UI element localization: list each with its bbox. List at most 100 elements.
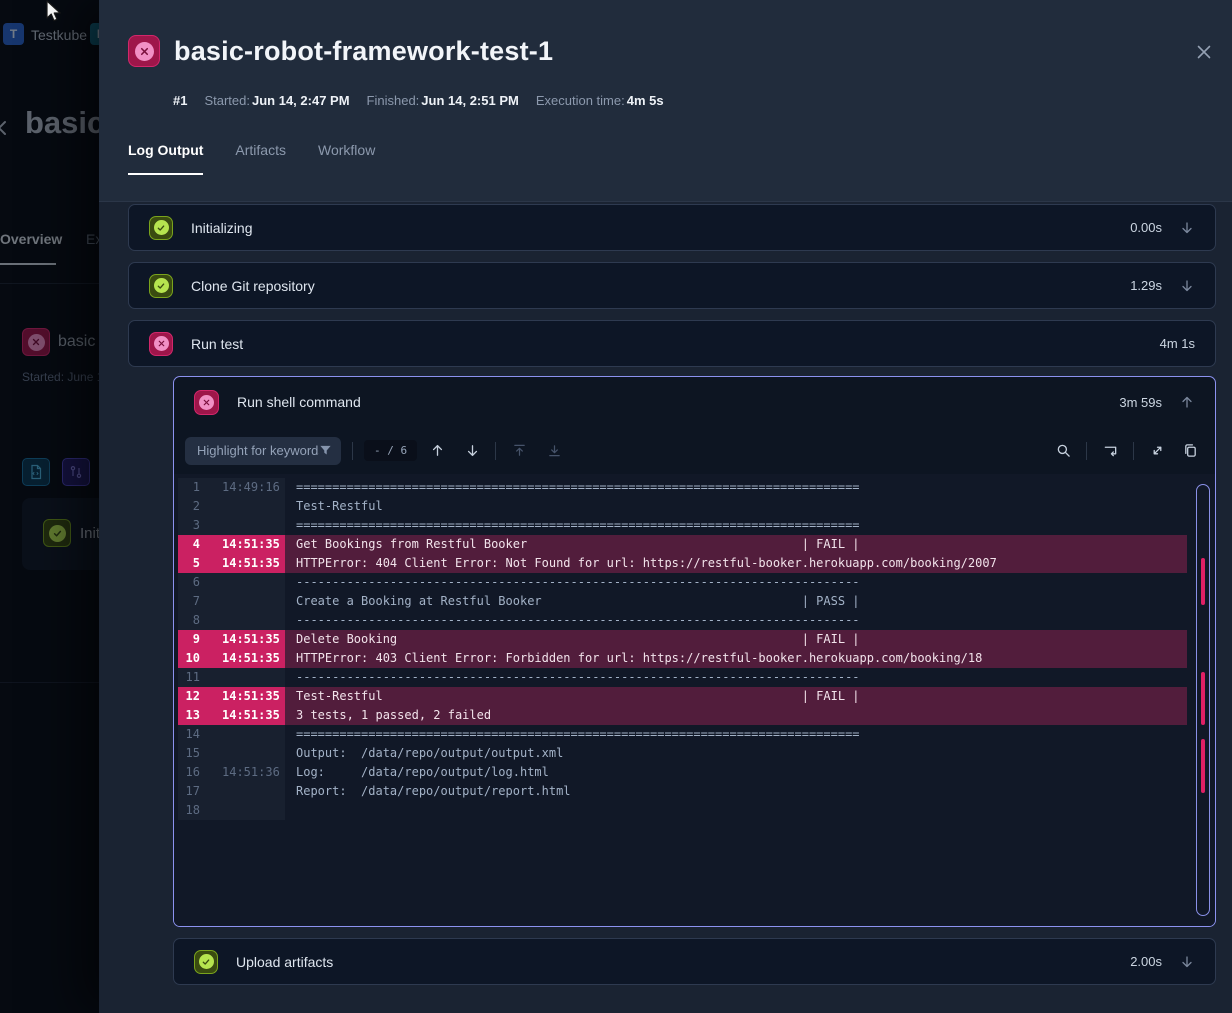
log-line: 1614:51:36Log: /data/repo/output/log.htm… bbox=[178, 763, 1187, 782]
log-line: 18 bbox=[178, 801, 1187, 820]
next-match-icon[interactable] bbox=[460, 439, 484, 463]
step-duration: 2.00s bbox=[1130, 954, 1162, 969]
line-content: Test-Restful bbox=[285, 497, 1187, 516]
word-wrap-icon[interactable] bbox=[1098, 439, 1122, 463]
line-number: 18 bbox=[178, 801, 208, 820]
chevron-down-icon[interactable] bbox=[1179, 278, 1195, 294]
step-row-clone-git[interactable]: Clone Git repository 1.29s bbox=[128, 262, 1216, 309]
log-output-panel: Initializing 0.00s Clone Git repository … bbox=[99, 202, 1232, 1013]
shell-command-panel: Run shell command 3m 59s - / 6 bbox=[173, 376, 1216, 927]
log-line: 8 ---------------------------------------… bbox=[178, 611, 1187, 630]
line-timestamp: 14:51:35 bbox=[208, 554, 285, 573]
step-row-run-test[interactable]: Run test 4m 1s bbox=[128, 320, 1216, 367]
line-content: Create a Booking at Restful Booker | PAS… bbox=[285, 592, 1187, 611]
execution-detail-drawer: basic-robot-framework-test-1 #1 Started:… bbox=[99, 0, 1232, 1013]
step-row-initializing[interactable]: Initializing 0.00s bbox=[128, 204, 1216, 251]
line-timestamp: 14:51:35 bbox=[208, 535, 285, 554]
line-timestamp: 14:51:36 bbox=[208, 763, 285, 782]
screen: T Testkube F basic Overview Ex basic Sta… bbox=[0, 0, 1232, 1013]
log-minimap-scrollbar[interactable] bbox=[1196, 484, 1210, 916]
line-content bbox=[285, 801, 1187, 820]
pass-status-icon bbox=[149, 216, 173, 240]
line-content: ========================================… bbox=[285, 725, 1187, 744]
chevron-up-icon[interactable] bbox=[1179, 394, 1195, 410]
step-duration: 3m 59s bbox=[1119, 395, 1162, 410]
log-lines: 114:49:16===============================… bbox=[178, 478, 1187, 820]
step-label: Run shell command bbox=[237, 394, 1119, 410]
execution-number: #1 bbox=[173, 93, 187, 108]
log-line: 1214:51:35Test-Restful | FAIL | bbox=[178, 687, 1187, 706]
step-label: Run test bbox=[191, 336, 1160, 352]
line-content: Delete Booking | FAIL | bbox=[285, 630, 1187, 649]
step-row-run-shell-command[interactable]: Run shell command 3m 59s bbox=[174, 377, 1215, 427]
divider bbox=[352, 442, 353, 460]
fail-status-icon bbox=[194, 390, 219, 415]
line-number: 8 bbox=[178, 611, 208, 630]
chevron-down-icon[interactable] bbox=[1179, 954, 1195, 970]
line-timestamp bbox=[208, 573, 285, 592]
execution-status-fail-icon bbox=[128, 35, 160, 67]
previous-match-icon[interactable] bbox=[425, 439, 449, 463]
execution-time: Execution time:4m 5s bbox=[536, 93, 664, 108]
divider bbox=[495, 442, 496, 460]
scroll-to-bottom-icon[interactable] bbox=[542, 439, 566, 463]
highlight-keywords-field[interactable] bbox=[185, 437, 341, 465]
tab-workflow[interactable]: Workflow bbox=[318, 142, 375, 175]
step-label: Initializing bbox=[191, 220, 1130, 236]
tab-artifacts[interactable]: Artifacts bbox=[235, 142, 286, 175]
log-line: 6---------------------------------------… bbox=[178, 573, 1187, 592]
line-number: 4 bbox=[178, 535, 208, 554]
line-timestamp: 14:49:16 bbox=[208, 478, 285, 497]
line-timestamp bbox=[208, 801, 285, 820]
step-row-upload-artifacts[interactable]: Upload artifacts 2.00s bbox=[173, 938, 1216, 985]
line-number: 10 bbox=[178, 649, 208, 668]
line-number: 13 bbox=[178, 706, 208, 725]
line-timestamp bbox=[208, 668, 285, 687]
execution-title: basic-robot-framework-test-1 bbox=[174, 36, 553, 67]
line-number: 14 bbox=[178, 725, 208, 744]
log-line: 17Report: /data/repo/output/report.html bbox=[178, 782, 1187, 801]
chevron-down-icon[interactable] bbox=[1179, 220, 1195, 236]
line-timestamp bbox=[208, 516, 285, 535]
minimap-error-mark bbox=[1201, 672, 1205, 725]
line-number: 9 bbox=[178, 630, 208, 649]
log-line: 14 ======================================… bbox=[178, 725, 1187, 744]
tab-log-output[interactable]: Log Output bbox=[128, 142, 203, 175]
pass-status-icon bbox=[194, 950, 218, 974]
step-label: Clone Git repository bbox=[191, 278, 1130, 294]
line-number: 3 bbox=[178, 516, 208, 535]
step-label: Upload artifacts bbox=[236, 954, 1130, 970]
drawer-header: basic-robot-framework-test-1 #1 Started:… bbox=[99, 0, 1232, 175]
log-line: 1314:51:353 tests, 1 passed, 2 failed bbox=[178, 706, 1187, 725]
line-timestamp bbox=[208, 592, 285, 611]
started-at: Started:Jun 14, 2:47 PM bbox=[204, 93, 349, 108]
line-number: 15 bbox=[178, 744, 208, 763]
line-content: ----------------------------------------… bbox=[285, 668, 1187, 687]
line-content: HTTPError: 404 Client Error: Not Found f… bbox=[285, 554, 1187, 573]
line-content: ========================================… bbox=[285, 478, 1187, 497]
copy-icon[interactable] bbox=[1178, 439, 1202, 463]
step-duration: 4m 1s bbox=[1160, 336, 1195, 351]
log-line: 15Output: /data/repo/output/output.xml bbox=[178, 744, 1187, 763]
step-duration: 0.00s bbox=[1130, 220, 1162, 235]
minimap-error-mark bbox=[1201, 739, 1205, 794]
line-content: Test-Restful | FAIL | bbox=[285, 687, 1187, 706]
filter-icon bbox=[319, 444, 332, 457]
line-timestamp: 14:51:35 bbox=[208, 630, 285, 649]
log-viewer: 114:49:16===============================… bbox=[174, 474, 1215, 926]
line-timestamp bbox=[208, 611, 285, 630]
modal-overlay[interactable] bbox=[0, 0, 100, 1013]
highlight-keywords-input[interactable] bbox=[197, 443, 319, 458]
mouse-cursor bbox=[42, 0, 64, 26]
line-number: 2 bbox=[178, 497, 208, 516]
line-content: ----------------------------------------… bbox=[285, 573, 1187, 592]
execution-meta: #1 Started:Jun 14, 2:47 PM Finished:Jun … bbox=[173, 93, 1216, 108]
search-icon[interactable] bbox=[1051, 439, 1075, 463]
line-number: 12 bbox=[178, 687, 208, 706]
scroll-to-top-icon[interactable] bbox=[507, 439, 531, 463]
close-icon[interactable] bbox=[1192, 40, 1216, 64]
expand-fullscreen-icon[interactable] bbox=[1145, 439, 1169, 463]
step-duration: 1.29s bbox=[1130, 278, 1162, 293]
line-timestamp bbox=[208, 725, 285, 744]
line-content: ----------------------------------------… bbox=[285, 611, 1187, 630]
